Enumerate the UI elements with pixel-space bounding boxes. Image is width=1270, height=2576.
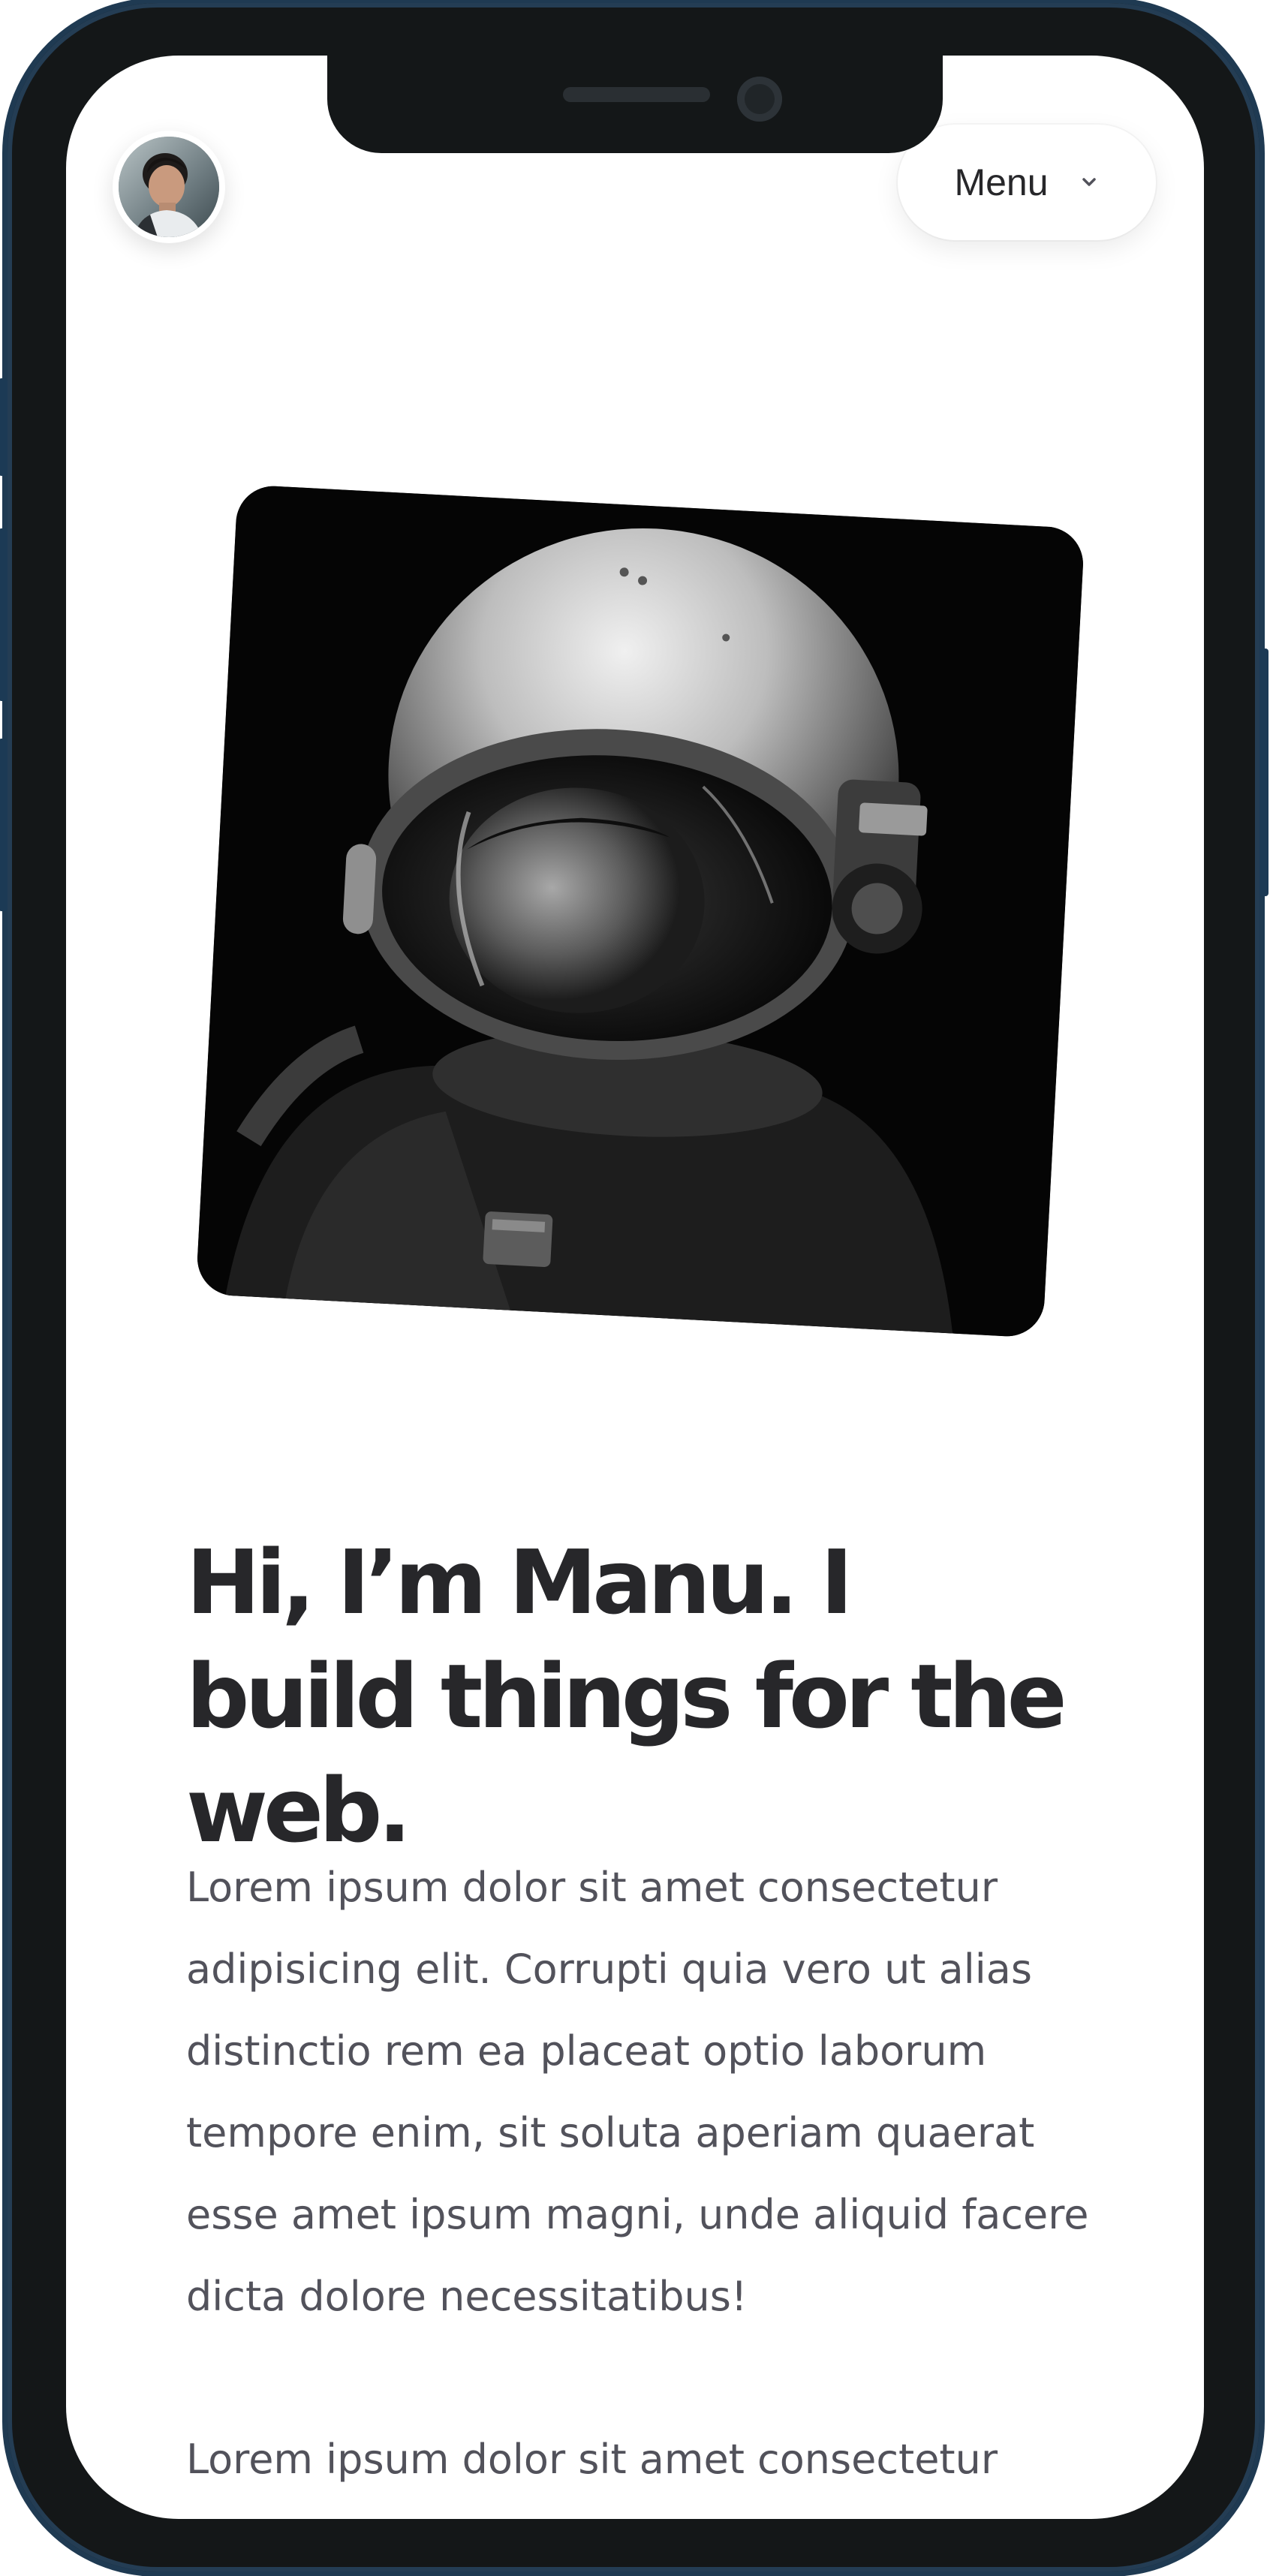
front-camera (737, 77, 782, 122)
menu-button[interactable]: Menu (898, 125, 1156, 240)
phone-side-button (0, 739, 8, 911)
phone-side-button (1259, 649, 1268, 896)
hero-second-paragraph: Lorem ipsum dolor sit amet consectetur a… (186, 2436, 1032, 2519)
avatar-home-link[interactable] (113, 131, 225, 243)
avatar-photo (119, 137, 219, 237)
chevron-down-icon (1082, 178, 1096, 186)
hero-astronaut-photo (195, 484, 1085, 1338)
hero-headline: Hi, I’m Manu. I build things for the web… (186, 1530, 1067, 1862)
menu-button-label: Menu (954, 161, 1049, 203)
phone-notch (327, 53, 943, 153)
phone-side-button (0, 378, 8, 476)
phone-screen: Menu Hi, I’m Manu. I build things for th… (66, 56, 1204, 2519)
speaker-grille (563, 87, 710, 102)
phone-side-button (0, 528, 8, 701)
hero-intro-paragraph: Lorem ipsum dolor sit amet consectetur a… (186, 1864, 1089, 2320)
